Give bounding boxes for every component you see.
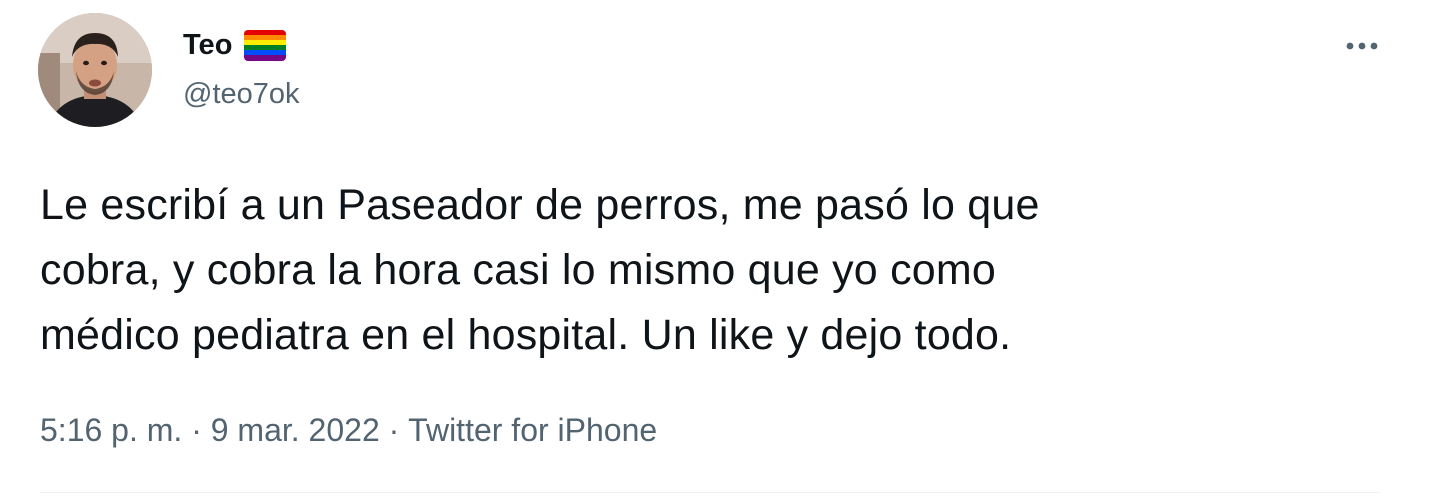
more-horizontal-icon — [1346, 42, 1378, 50]
tweet-card: Teo @teo7ok Le escribí a un Paseador de … — [0, 0, 1440, 503]
divider — [40, 492, 1380, 493]
avatar[interactable] — [38, 13, 152, 127]
tweet-source[interactable]: Twitter for iPhone — [408, 410, 657, 450]
meta-separator: · — [182, 412, 211, 448]
meta-separator: · — [379, 412, 409, 448]
rainbow-flag-icon — [244, 29, 287, 61]
author-display-name[interactable]: Teo — [183, 27, 232, 63]
tweet-time[interactable]: 5:16 p. m. — [40, 410, 182, 450]
author-name-row: Teo — [183, 27, 287, 63]
tweet-date[interactable]: 9 mar. 2022 — [211, 410, 380, 450]
more-options-button[interactable] — [1342, 28, 1382, 64]
author-handle[interactable]: @teo7ok — [183, 76, 300, 112]
tweet-text: Le escribí a un Paseador de perros, me p… — [40, 181, 1040, 359]
tweet-meta: 5:16 p. m. · 9 mar. 2022 · Twitter for i… — [40, 410, 657, 450]
avatar-image — [38, 13, 152, 127]
